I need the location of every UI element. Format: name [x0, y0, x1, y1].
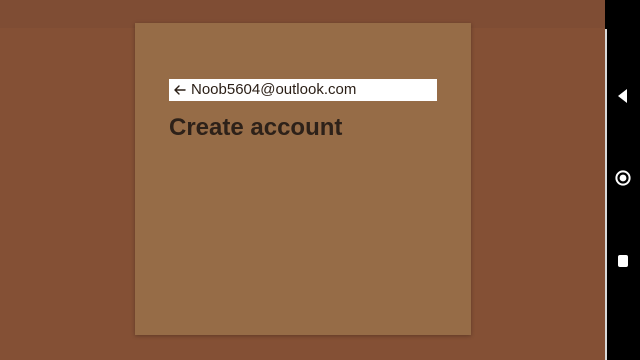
system-navigation-bar: [605, 0, 640, 360]
system-home-button[interactable]: [614, 169, 632, 187]
system-recent-apps-button[interactable]: [614, 252, 632, 270]
create-account-dialog: Noob5604@outlook.com Create account: [135, 23, 471, 335]
account-email-bar[interactable]: Noob5604@outlook.com: [169, 79, 437, 101]
back-arrow-icon[interactable]: [172, 80, 188, 100]
triangle-left-icon: [618, 89, 627, 103]
circle-icon: [615, 170, 631, 186]
android-screen: Noob5604@outlook.com Create account: [0, 0, 640, 360]
system-back-button[interactable]: [614, 87, 632, 105]
account-email: Noob5604@outlook.com: [191, 81, 357, 98]
page-title: Create account: [169, 114, 343, 141]
square-icon: [618, 255, 628, 267]
